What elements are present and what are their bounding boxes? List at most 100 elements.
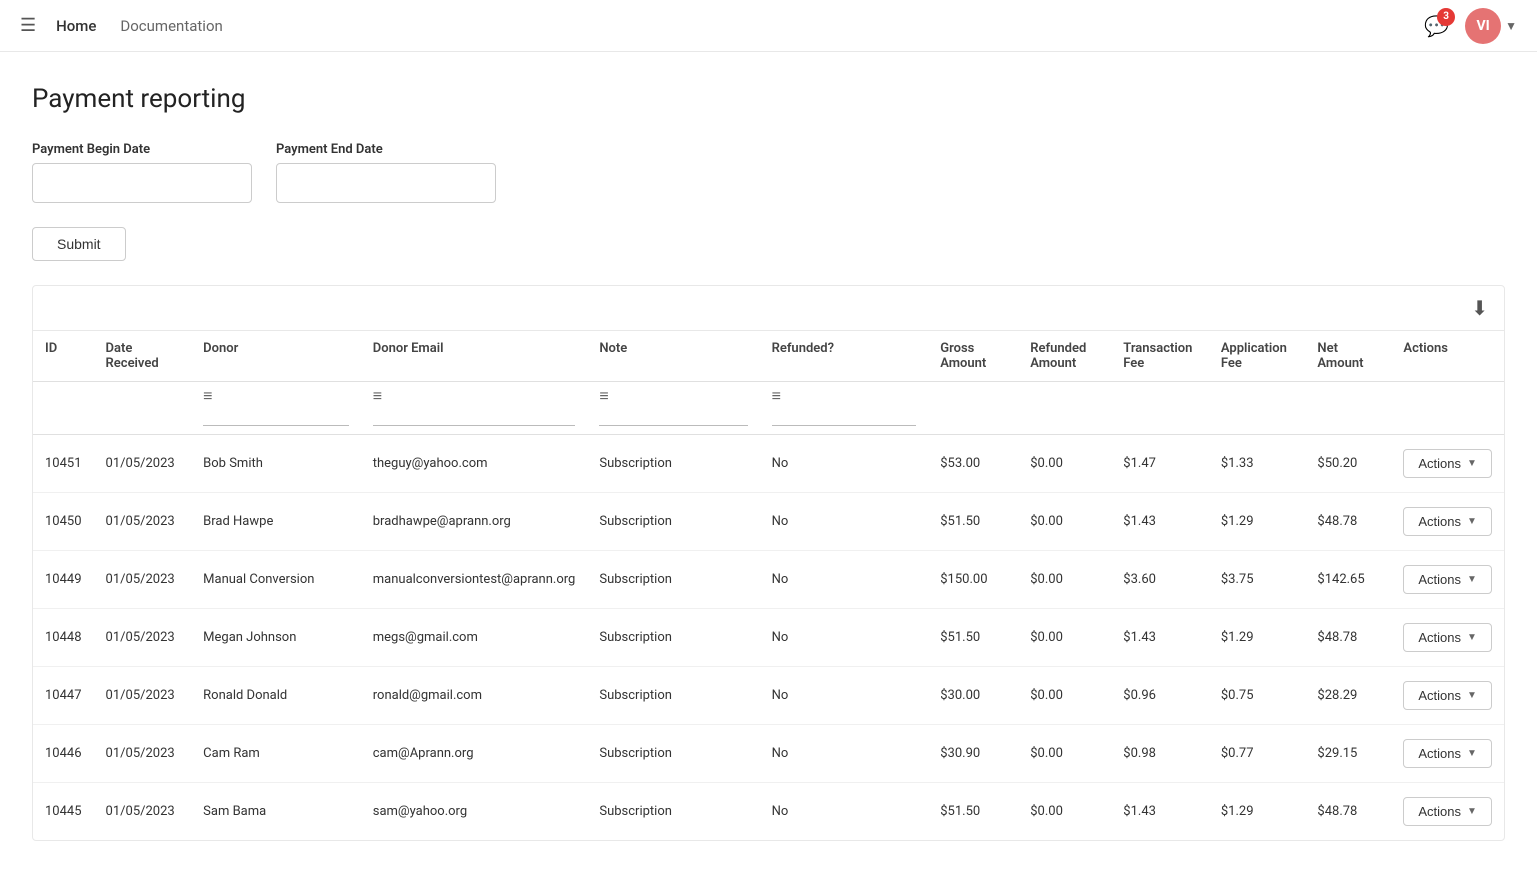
cell-date: 01/05/2023 [94,435,192,493]
cell-actions: Actions ▼ [1391,667,1504,725]
begin-date-label: Payment Begin Date [32,142,252,157]
filter-donor-input[interactable] [203,406,349,426]
cell-actions: Actions ▼ [1391,551,1504,609]
cell-transaction-fee: $3.60 [1111,551,1209,609]
filter-refunded-icon[interactable]: ≡ [772,386,781,405]
date-form-row: Payment Begin Date Payment End Date [32,142,1505,203]
filter-note-input[interactable] [599,406,747,426]
navbar: ☰ Home Documentation 💬 3 VI ▼ [0,0,1537,52]
cell-email: cam@Aprann.org [361,725,588,783]
filter-actions [1391,382,1504,435]
cell-application-fee: $0.75 [1209,667,1306,725]
table-header-row: ID Date Received Donor Donor Email Note … [33,331,1504,382]
actions-chevron-icon: ▼ [1467,632,1477,643]
cell-gross: $51.50 [928,783,1018,841]
cell-actions: Actions ▼ [1391,609,1504,667]
col-gross: Gross Amount [928,331,1018,382]
col-email: Donor Email [361,331,588,382]
actions-chevron-icon: ▼ [1467,690,1477,701]
cell-date: 01/05/2023 [94,783,192,841]
cell-note: Subscription [587,435,759,493]
cell-email: theguy@yahoo.com [361,435,588,493]
cell-refunded: No [760,551,929,609]
cell-id: 10450 [33,493,94,551]
end-date-input[interactable] [276,163,496,203]
actions-button[interactable]: Actions ▼ [1403,565,1492,594]
hamburger-icon[interactable]: ☰ [20,15,36,36]
actions-button[interactable]: Actions ▼ [1403,623,1492,652]
filter-email-icon[interactable]: ≡ [373,386,382,405]
actions-button[interactable]: Actions ▼ [1403,449,1492,478]
filter-donor-icon[interactable]: ≡ [203,386,212,405]
filter-date [94,382,192,435]
col-refunded-amt: Refunded Amount [1018,331,1111,382]
cell-transaction-fee: $1.43 [1111,493,1209,551]
nav-documentation-link[interactable]: Documentation [120,17,222,35]
cell-note: Subscription [587,551,759,609]
filter-id [33,382,94,435]
cell-transaction-fee: $0.96 [1111,667,1209,725]
cell-id: 10448 [33,609,94,667]
cell-refunded-amt: $0.00 [1018,493,1111,551]
cell-refunded-amt: $0.00 [1018,783,1111,841]
filter-note-icon[interactable]: ≡ [599,386,608,405]
cell-email: manualconversiontest@aprann.org [361,551,588,609]
table-row: 10451 01/05/2023 Bob Smith theguy@yahoo.… [33,435,1504,493]
cell-net: $29.15 [1305,725,1391,783]
cell-gross: $30.00 [928,667,1018,725]
begin-date-group: Payment Begin Date [32,142,252,203]
nav-home-link[interactable]: Home [56,17,96,35]
actions-label: Actions [1418,804,1461,819]
submit-button[interactable]: Submit [32,227,126,261]
notification-bell[interactable]: 💬 3 [1424,14,1449,38]
begin-date-input[interactable] [32,163,252,203]
actions-button[interactable]: Actions ▼ [1403,507,1492,536]
col-application-fee: Application Fee [1209,331,1306,382]
cell-date: 01/05/2023 [94,609,192,667]
col-id: ID [33,331,94,382]
actions-button[interactable]: Actions ▼ [1403,739,1492,768]
col-date: Date Received [94,331,192,382]
cell-date: 01/05/2023 [94,551,192,609]
actions-label: Actions [1418,746,1461,761]
end-date-group: Payment End Date [276,142,496,203]
cell-note: Subscription [587,493,759,551]
actions-chevron-icon: ▼ [1467,458,1477,469]
cell-email: megs@gmail.com [361,609,588,667]
cell-donor: Bob Smith [191,435,361,493]
table-row: 10447 01/05/2023 Ronald Donald ronald@gm… [33,667,1504,725]
download-icon[interactable]: ⬇ [1471,296,1488,320]
col-note: Note [587,331,759,382]
filter-application-fee [1209,382,1306,435]
col-net: Net Amount [1305,331,1391,382]
cell-net: $50.20 [1305,435,1391,493]
actions-button[interactable]: Actions ▼ [1403,797,1492,826]
table-toolbar: ⬇ [33,286,1504,331]
col-actions: Actions [1391,331,1504,382]
cell-date: 01/05/2023 [94,667,192,725]
table-row: 10446 01/05/2023 Cam Ram cam@Aprann.org … [33,725,1504,783]
avatar[interactable]: VI [1465,8,1501,44]
payment-table: ID Date Received Donor Donor Email Note … [33,331,1504,840]
cell-date: 01/05/2023 [94,493,192,551]
filter-net [1305,382,1391,435]
cell-id: 10447 [33,667,94,725]
cell-refunded: No [760,667,929,725]
cell-email: bradhawpe@aprann.org [361,493,588,551]
notification-badge: 3 [1437,8,1455,26]
cell-net: $48.78 [1305,783,1391,841]
cell-note: Subscription [587,725,759,783]
cell-refunded: No [760,435,929,493]
filter-refunded-input[interactable] [772,406,917,426]
filter-email-input[interactable] [373,406,576,426]
actions-button[interactable]: Actions ▼ [1403,681,1492,710]
cell-net: $142.65 [1305,551,1391,609]
cell-application-fee: $1.33 [1209,435,1306,493]
filter-gross [928,382,1018,435]
cell-net: $28.29 [1305,667,1391,725]
payment-table-container: ⬇ ID Date Received Donor Donor Email Not… [32,285,1505,841]
cell-refunded-amt: $0.00 [1018,667,1111,725]
filter-donor: ≡ [191,382,361,435]
avatar-chevron-icon[interactable]: ▼ [1505,19,1517,33]
cell-actions: Actions ▼ [1391,725,1504,783]
